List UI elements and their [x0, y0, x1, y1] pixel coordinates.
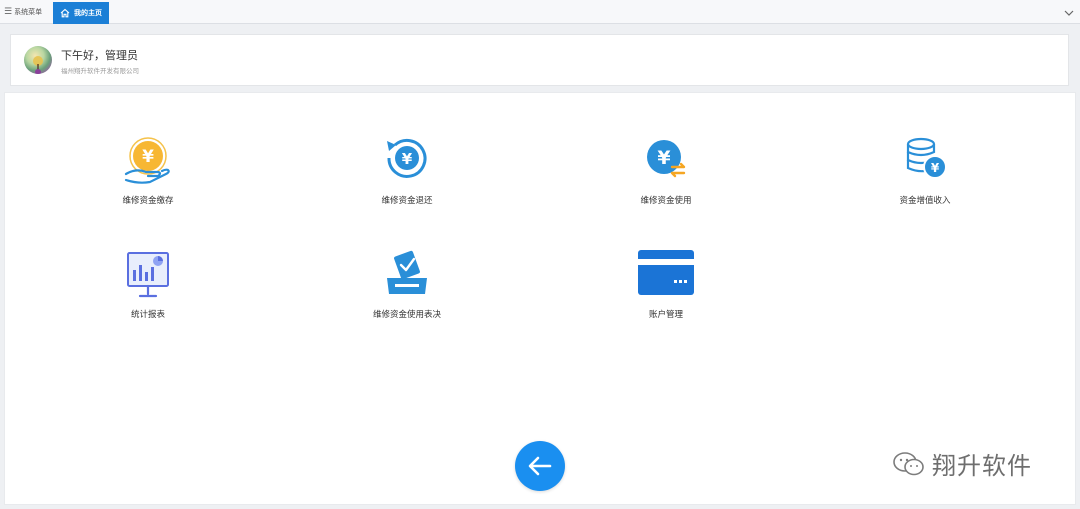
tile-fund-appreciation-label: 资金增值收入 — [899, 196, 951, 206]
tile-fund-refund-label: 维修资金退还 — [381, 196, 433, 206]
tile-fund-deposit-label: 维修资金缴存 — [122, 196, 174, 206]
tile-statistics-report[interactable]: 统计报表 — [78, 250, 218, 330]
svg-text:¥: ¥ — [657, 147, 670, 169]
svg-text:¥: ¥ — [142, 147, 154, 167]
tile-fund-usage-label: 维修资金使用 — [640, 196, 692, 206]
greeting-text: 下午好，管理员 — [61, 49, 138, 62]
company-name: 福州翔升软件开发有限公司 — [61, 67, 139, 75]
yuan-exchange-icon: ¥ — [647, 140, 686, 178]
top-bar: ☰ 系统菜单 我的主页 — [0, 0, 1080, 24]
welcome-panel: 下午好，管理员 福州翔升软件开发有限公司 — [10, 34, 1069, 86]
ballot-box-icon — [387, 250, 427, 294]
hamburger-icon: ☰ — [4, 7, 13, 17]
arrow-left-icon — [528, 456, 552, 476]
system-menu-button[interactable]: ☰ 系统菜单 — [4, 0, 42, 24]
tile-fund-refund[interactable]: ¥ 维修资金退还 — [337, 136, 477, 216]
chart-board-icon — [127, 252, 169, 298]
wechat-icon — [893, 451, 924, 475]
avatar[interactable] — [24, 46, 52, 74]
chevron-down-icon[interactable] — [1062, 5, 1076, 19]
tile-fund-appreciation[interactable]: ¥ 资金增值收入 — [855, 136, 995, 216]
system-menu-label: 系统菜单 — [14, 8, 43, 16]
yuan-refund-icon: ¥ — [387, 138, 427, 178]
watermark-text: 翔升软件 — [932, 452, 1032, 480]
wechat-watermark: 翔升软件 — [892, 446, 1032, 481]
home-icon — [60, 8, 70, 18]
tile-account-management[interactable]: 账户管理 — [596, 250, 736, 330]
tile-statistics-report-label: 统计报表 — [130, 310, 165, 320]
tile-fund-deposit[interactable]: ¥ 维修资金缴存 — [78, 136, 218, 216]
tile-account-management-label: 账户管理 — [648, 310, 683, 320]
tile-fund-usage-vote-label: 维修资金使用表决 — [372, 310, 441, 320]
yuan-hand-icon: ¥ — [124, 137, 170, 184]
svg-text:¥: ¥ — [931, 161, 940, 175]
svg-text:¥: ¥ — [402, 150, 413, 168]
tile-fund-usage-vote[interactable]: 维修资金使用表决 — [337, 250, 477, 330]
coin-stack-icon: ¥ — [906, 137, 947, 179]
tile-fund-usage[interactable]: ¥ 维修资金使用 — [596, 136, 736, 216]
tab-my-home-label: 我的主页 — [74, 9, 102, 17]
back-button[interactable] — [515, 441, 565, 491]
tab-my-home[interactable]: 我的主页 — [53, 2, 109, 24]
bank-card-icon — [638, 250, 694, 295]
